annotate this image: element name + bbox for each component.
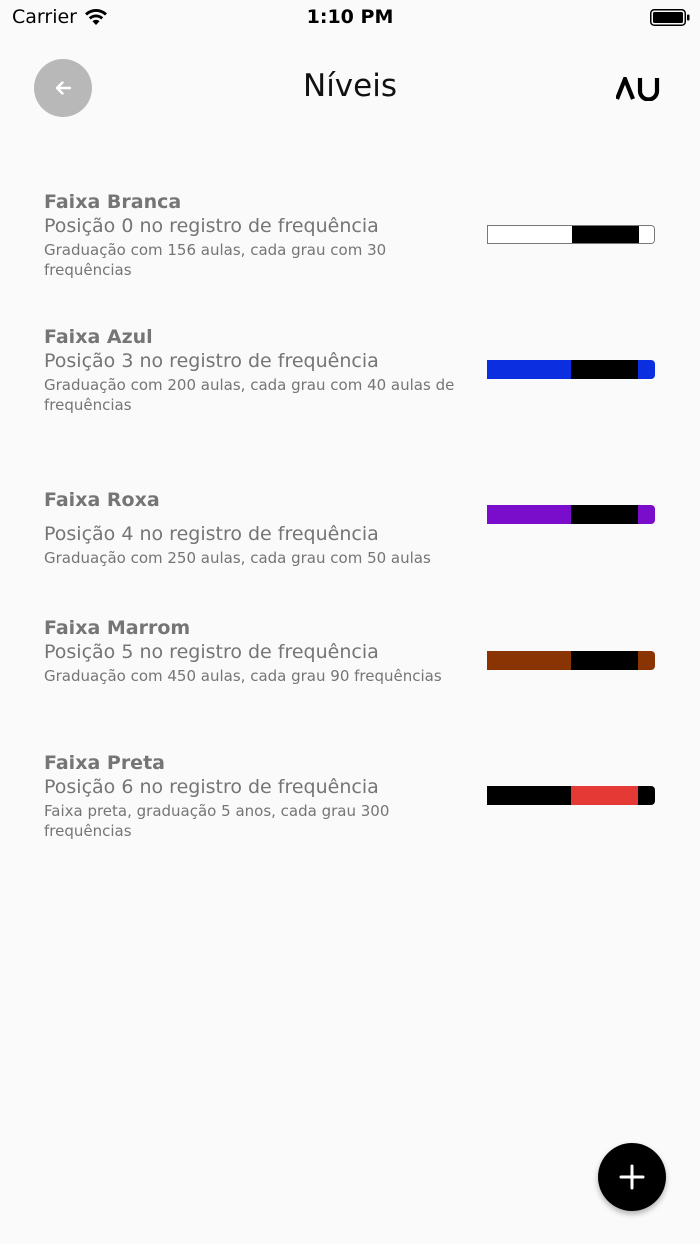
belt-main-segment	[488, 226, 572, 243]
level-item-marrom[interactable]: Faixa Marrom Posição 5 no registro de fr…	[44, 616, 664, 686]
battery-icon	[650, 9, 690, 26]
level-position: Posição 4 no registro de frequência	[44, 523, 379, 545]
level-text: Faixa Roxa Posição 4 no registro de freq…	[44, 488, 464, 568]
add-level-button[interactable]	[598, 1143, 666, 1211]
belt-tip-segment	[638, 786, 655, 805]
level-name: Faixa Preta	[44, 752, 165, 774]
plus-icon	[619, 1164, 645, 1190]
belt-swatch	[487, 651, 655, 670]
status-bar: Carrier 1:10 PM	[0, 0, 700, 36]
level-position: Posição 6 no registro de frequência	[44, 776, 379, 798]
level-description: Graduação com 200 aulas, cada grau com 4…	[44, 376, 455, 414]
level-text: Faixa Azul Posição 3 no registro de freq…	[44, 325, 464, 415]
belt-tip-segment	[639, 226, 654, 243]
level-name: Faixa Marrom	[44, 617, 191, 639]
level-item-preta[interactable]: Faixa Preta Posição 6 no registro de fre…	[44, 751, 664, 841]
level-position: Posição 3 no registro de frequência	[44, 350, 379, 372]
level-description: Graduação com 450 aulas, cada grau 90 fr…	[44, 667, 442, 685]
belt-swatch	[487, 225, 655, 244]
belt-bar-segment	[571, 786, 638, 805]
level-name: Faixa Branca	[44, 191, 182, 213]
status-time: 1:10 PM	[306, 6, 394, 28]
belt-swatch	[487, 360, 655, 379]
belt-bar-segment	[571, 360, 638, 379]
level-name: Faixa Azul	[44, 326, 153, 348]
level-item-azul[interactable]: Faixa Azul Posição 3 no registro de freq…	[44, 325, 664, 415]
level-name: Faixa Roxa	[44, 489, 160, 511]
belt-bar-segment	[571, 505, 638, 524]
belt-main-segment	[487, 505, 571, 524]
level-item-roxa[interactable]: Faixa Roxa Posição 4 no registro de freq…	[44, 488, 664, 568]
belt-main-segment	[487, 360, 571, 379]
level-description: Graduação com 250 aulas, cada grau com 5…	[44, 549, 431, 567]
belt-swatch	[487, 786, 655, 805]
belt-bar-segment	[571, 651, 638, 670]
level-position: Posição 5 no registro de frequência	[44, 641, 379, 663]
page-title: Níveis	[303, 68, 397, 104]
belt-main-segment	[487, 786, 571, 805]
level-text: Faixa Marrom Posição 5 no registro de fr…	[44, 616, 464, 686]
level-text: Faixa Preta Posição 6 no registro de fre…	[44, 751, 464, 841]
belt-tip-segment	[638, 360, 655, 379]
belt-tip-segment	[638, 651, 655, 670]
level-description: Graduação com 156 aulas, cada grau com 3…	[44, 241, 387, 279]
belt-tip-segment	[638, 505, 655, 524]
belt-bar-segment	[572, 226, 639, 243]
belt-swatch	[487, 505, 655, 524]
level-description: Faixa preta, graduação 5 anos, cada grau…	[44, 802, 390, 840]
belt-main-segment	[487, 651, 571, 670]
level-text: Faixa Branca Posição 0 no registro de fr…	[44, 190, 464, 280]
level-item-branca[interactable]: Faixa Branca Posição 0 no registro de fr…	[44, 190, 664, 280]
app-logo	[616, 77, 660, 101]
level-position: Posição 0 no registro de frequência	[44, 215, 379, 237]
